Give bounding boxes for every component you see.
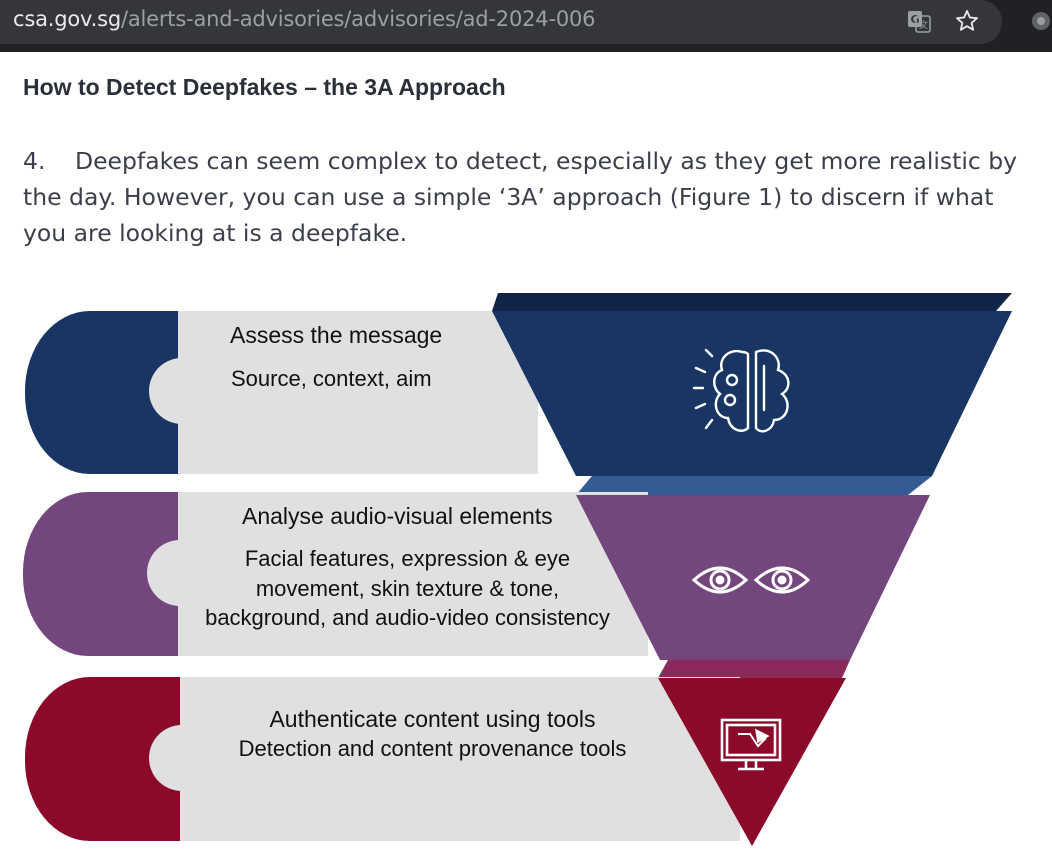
paragraph-number: 4.: [23, 147, 46, 175]
step2-desc-line1: Facial features, expression & eye: [244, 546, 571, 571]
section-heading: How to Detect Deepfakes – the 3A Approac…: [23, 74, 506, 100]
row1-panel-notch: [149, 358, 215, 424]
svg-text:文: 文: [919, 19, 928, 31]
address-bar[interactable]: csa.gov.sg/alerts-and-advisories/advisor…: [0, 0, 1002, 44]
row1-funnel-top: [492, 293, 1012, 311]
step2-desc-line2: movement, skin texture & tone,: [255, 576, 560, 601]
step2-title: Analyse audio-visual elements: [242, 503, 553, 529]
step2-desc-line3: background, and audio-video consistency: [205, 605, 610, 630]
url-path: /alerts-and-advisories/advisories/ad-202…: [120, 7, 596, 31]
row1-funnel: [492, 311, 1012, 476]
step1-desc: Source, context, aim: [231, 366, 432, 391]
figure-3a-approach: Assess the message Source, context, aim …: [0, 280, 1052, 857]
browser-toolbar: csa.gov.sg/alerts-and-advisories/advisor…: [0, 0, 1052, 52]
row3-funnel-top: [658, 660, 850, 678]
step3-desc: Detection and content provenance tools: [238, 736, 627, 761]
url-domain: csa.gov.sg: [13, 7, 121, 31]
bookmark-star-icon[interactable]: [954, 8, 980, 34]
paragraph-4: 4. Deepfakes can seem complex to detect, …: [23, 143, 1023, 251]
translate-icon[interactable]: G 文: [906, 8, 932, 34]
paragraph-text: Deepfakes can seem complex to detect, es…: [23, 147, 1018, 247]
extension-icon[interactable]: [1030, 10, 1052, 36]
url-text[interactable]: csa.gov.sg/alerts-and-advisories/advisor…: [13, 7, 596, 31]
step1-title: Assess the message: [230, 322, 443, 348]
step3-title: Authenticate content using tools: [269, 706, 596, 732]
